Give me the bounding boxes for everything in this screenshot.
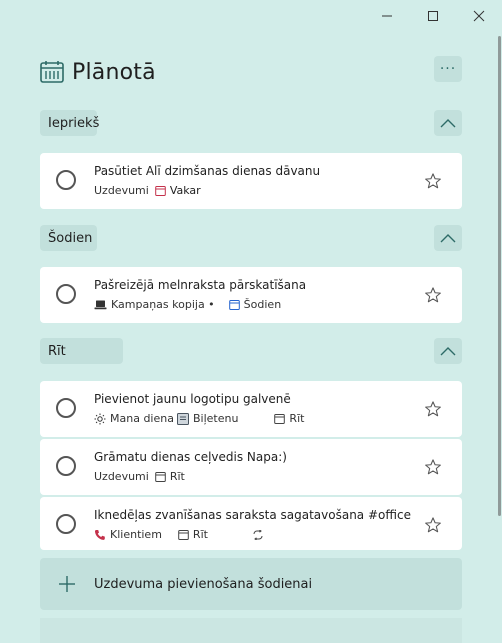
collapse-tomorrow-button[interactable] [434, 338, 462, 364]
due-date-label: Rīt [192, 528, 208, 541]
task-list: Klientiem [94, 528, 162, 541]
add-task-placeholder: Uzdevuma pievienošana šodienai [94, 577, 313, 592]
scrollbar[interactable] [496, 28, 502, 628]
task-title: Grāmatu dienas ceļvedis Napa:) [94, 450, 287, 464]
maximize-icon [428, 11, 438, 21]
complete-checkbox[interactable] [56, 514, 76, 534]
due-date: Rīt [178, 528, 208, 541]
complete-checkbox[interactable] [56, 170, 76, 190]
minimize-icon [382, 15, 392, 17]
repeat [252, 529, 268, 540]
close-icon [473, 10, 485, 22]
section-label: Rīt [48, 343, 66, 359]
calendar-icon [228, 300, 240, 310]
complete-checkbox[interactable] [56, 398, 76, 418]
calendar-icon [274, 414, 286, 424]
task-meta: Uzdevumi Vakar [94, 184, 201, 197]
section-label: Iepriekš [48, 115, 100, 131]
task-item[interactable]: Pievienot jaunu logotipu galvenē Mana di… [40, 381, 462, 437]
calendar-grid-icon [40, 61, 64, 83]
due-date-label: Vakar [169, 184, 201, 197]
section-header-earlier[interactable]: Iepriekš [40, 110, 100, 136]
star-icon[interactable] [424, 516, 442, 534]
calendar-icon [155, 186, 166, 196]
attachment: Biļetenu [176, 412, 239, 425]
window-controls [364, 4, 502, 28]
sun-icon [94, 413, 106, 424]
due-date-label: Šodien [243, 298, 282, 311]
due-date-label: Rīt [169, 470, 185, 483]
task-meta: Kampaņas kopija • Šodien [94, 298, 281, 311]
star-icon[interactable] [424, 458, 442, 476]
repeat-icon [253, 529, 263, 540]
star-icon[interactable] [424, 286, 442, 304]
collapse-earlier-button[interactable] [434, 110, 462, 136]
more-options-icon: ··· [439, 61, 457, 77]
task-title: Pašreizējā melnraksta pārskatīšana [94, 278, 307, 292]
attachment-label: Biļetenu [192, 412, 239, 425]
newsletter-file-icon [176, 412, 189, 425]
add-task-input[interactable]: Uzdevuma pievienošana šodienai [40, 558, 462, 610]
task-list-name: Uzdevumi [94, 184, 149, 197]
due-date: Rīt [155, 470, 185, 483]
due-date-label: Rīt [289, 412, 305, 425]
scrollbar-thumb[interactable] [498, 36, 501, 516]
complete-checkbox[interactable] [56, 284, 76, 304]
task-meta: Uzdevumi Rīt [94, 470, 185, 483]
task-item[interactable]: Iknedēļas zvanīšanas saraksta sagatavoša… [40, 497, 462, 550]
task-list-name: Uzdevumi [94, 470, 149, 483]
task-list-name: Kampaņas kopija • [111, 298, 215, 311]
list-header: Plānotā ··· [40, 56, 462, 88]
task-list: Kampaņas kopija • [94, 298, 215, 311]
star-icon[interactable] [424, 400, 442, 418]
star-icon[interactable] [424, 172, 442, 190]
task-item[interactable]: Pašreizējā melnraksta pārskatīšana Kampa… [40, 267, 462, 323]
task-meta: Klientiem Rīt [94, 528, 268, 541]
more-options-button[interactable]: ··· [434, 56, 462, 82]
section-header-tomorrow[interactable]: Rīt [40, 338, 123, 364]
laptop-icon [94, 300, 107, 309]
close-button[interactable] [456, 4, 502, 28]
app-window: Plānotā ··· Iepriekš Pasūtiet Alī dzimša… [0, 0, 502, 643]
phone-icon [94, 529, 105, 540]
my-day: Mana diena [94, 412, 174, 425]
task-item[interactable]: Pasūtiet Alī dzimšanas dienas dāvanu Uzd… [40, 153, 462, 209]
complete-checkbox[interactable] [56, 456, 76, 476]
task-item[interactable]: Grāmatu dienas ceļvedis Napa:) Uzdevumi … [40, 439, 462, 495]
task-title: Iknedēļas zvanīšanas saraksta sagatavoša… [94, 508, 411, 522]
task-list-name: Klientiem [110, 528, 162, 541]
bottom-strip [40, 618, 462, 643]
minimize-button[interactable] [364, 4, 410, 28]
due-date: Šodien [228, 298, 282, 311]
chevron-up-icon [440, 119, 456, 128]
plus-icon [59, 576, 75, 592]
task-title: Pasūtiet Alī dzimšanas dienas dāvanu [94, 164, 321, 178]
chevron-up-icon [440, 347, 456, 356]
task-meta: Mana diena Biļetenu Rīt [94, 412, 304, 425]
section-header-today[interactable]: Šodien [40, 225, 97, 251]
page-title: Plānotā [72, 59, 156, 85]
section-label: Šodien [48, 230, 93, 246]
chevron-up-icon [440, 234, 456, 243]
due-date: Vakar [155, 184, 201, 197]
collapse-today-button[interactable] [434, 225, 462, 251]
due-date: Rīt [274, 412, 304, 425]
task-title: Pievienot jaunu logotipu galvenē [94, 392, 291, 406]
task-list-name: Mana diena [110, 412, 174, 425]
maximize-button[interactable] [410, 4, 456, 28]
calendar-icon [155, 472, 166, 482]
calendar-icon [178, 530, 189, 540]
